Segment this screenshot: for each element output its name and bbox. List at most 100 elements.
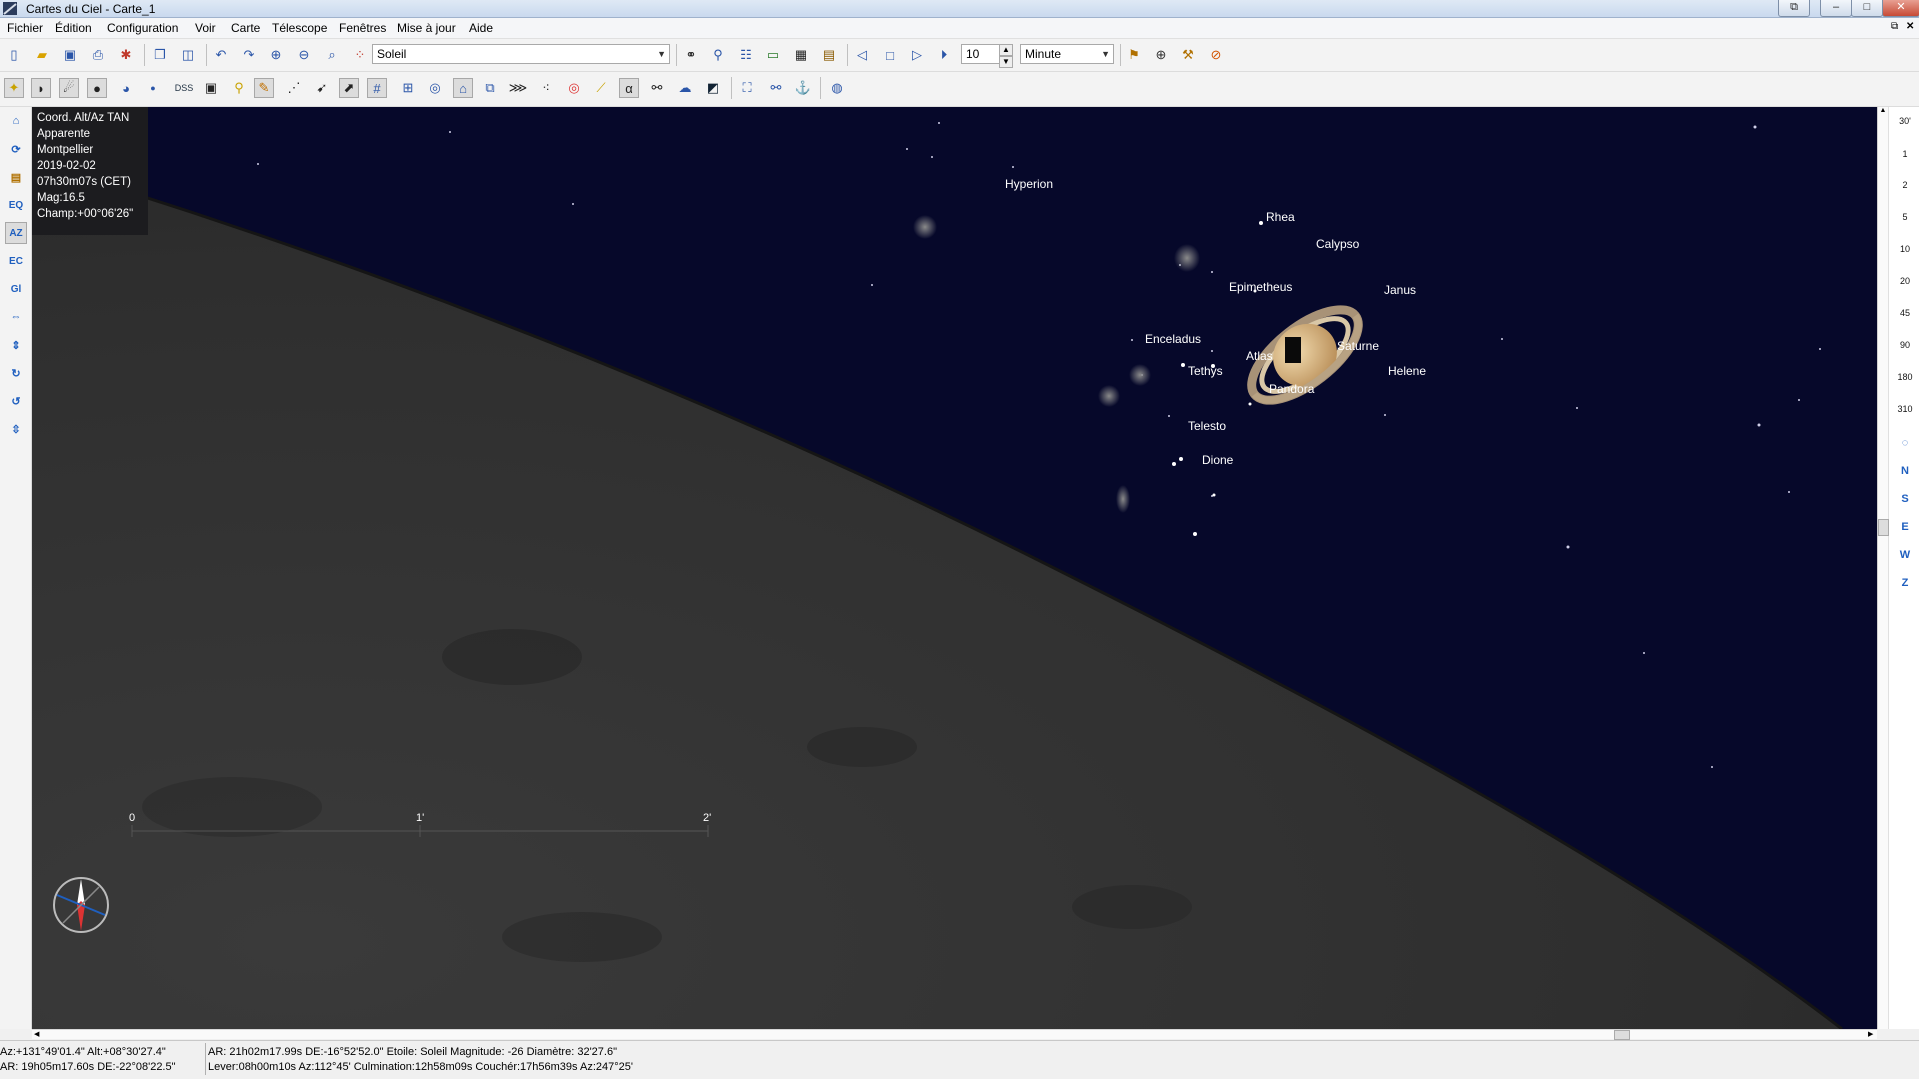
fov-45[interactable]: 45 bbox=[1890, 308, 1919, 318]
binoculars-icon[interactable]: ⚭ bbox=[681, 45, 701, 65]
time-step-spinner[interactable]: ▲ ▼ bbox=[999, 44, 1013, 68]
tools-icon[interactable]: ⚒ bbox=[1178, 45, 1198, 65]
sky-label-janus[interactable]: Janus bbox=[1384, 283, 1416, 297]
sky-label-helene[interactable]: Helene bbox=[1388, 364, 1426, 378]
label-icon[interactable]: ✎ bbox=[254, 78, 274, 98]
view-north-button[interactable]: N bbox=[1890, 465, 1919, 477]
view-west-button[interactable]: W bbox=[1890, 549, 1919, 561]
sky-label-atlas[interactable]: Atlas bbox=[1246, 349, 1273, 363]
fov-icon[interactable]: ⌂ bbox=[453, 78, 473, 98]
view-south-button[interactable]: S bbox=[1890, 493, 1919, 505]
telescope-icon[interactable]: ⚑ bbox=[1124, 45, 1144, 65]
spin-up-icon[interactable]: ▲ bbox=[999, 44, 1013, 56]
scroll-thumb[interactable] bbox=[1614, 1030, 1630, 1040]
stop-icon[interactable]: □ bbox=[880, 45, 900, 65]
save-icon[interactable]: ▣ bbox=[60, 45, 80, 65]
maximize-button[interactable]: □ bbox=[1851, 0, 1883, 17]
split-view-icon[interactable]: ◫ bbox=[178, 45, 198, 65]
close-button[interactable]: ✕ bbox=[1882, 0, 1919, 17]
object-search-combo[interactable]: Soleil ▼ bbox=[372, 44, 670, 64]
sky-label-epimetheus[interactable]: Epimetheus bbox=[1229, 280, 1292, 294]
camera-icon[interactable]: ▣ bbox=[201, 78, 221, 98]
settings-gear-icon[interactable]: ✱ bbox=[116, 45, 136, 65]
asteroid-icon[interactable]: ● bbox=[87, 78, 107, 98]
night-mode-icon[interactable]: ◩ bbox=[703, 78, 723, 98]
fov-10[interactable]: 10 bbox=[1890, 244, 1919, 254]
sky-canvas[interactable] bbox=[32, 107, 1877, 1029]
anchor-icon[interactable]: ⚓ bbox=[793, 78, 813, 98]
lines-icon[interactable]: ⋙ bbox=[508, 78, 528, 98]
menu-voir[interactable]: Voir bbox=[195, 21, 216, 35]
sky-label-rhea[interactable]: Rhea bbox=[1266, 210, 1295, 224]
alpha-button[interactable]: α bbox=[619, 78, 639, 98]
bulb-icon[interactable]: ⚲ bbox=[229, 78, 249, 98]
ec-button[interactable]: EC bbox=[5, 250, 27, 272]
sky-label-telesto[interactable]: Telesto bbox=[1188, 419, 1226, 433]
zoom-fit-icon[interactable]: ⌕ bbox=[322, 45, 342, 65]
time-step-input[interactable]: 10 bbox=[961, 44, 1001, 64]
disconnect-icon[interactable]: ⊘ bbox=[1206, 45, 1226, 65]
step-back-icon[interactable]: ◁ bbox=[852, 45, 872, 65]
eq-button[interactable]: EQ bbox=[5, 194, 27, 216]
view-all-icon[interactable]: ◌ bbox=[1890, 437, 1919, 449]
menu-mise-a-jour[interactable]: Mise à jour bbox=[397, 21, 456, 35]
fov-5[interactable]: 5 bbox=[1890, 212, 1919, 222]
menu-aide[interactable]: Aide bbox=[469, 21, 493, 35]
menu-telescope[interactable]: Télescope bbox=[272, 21, 327, 35]
boundaries-icon[interactable]: ⬈ bbox=[339, 78, 359, 98]
home-icon[interactable]: ⌂ bbox=[5, 110, 27, 132]
menu-carte[interactable]: Carte bbox=[231, 21, 260, 35]
fast-forward-icon[interactable]: ⏵ bbox=[934, 45, 954, 65]
new-chart-icon[interactable]: ▯ bbox=[4, 45, 24, 65]
redo-icon[interactable]: ↷ bbox=[239, 45, 259, 65]
ephemeris-icon[interactable]: ▤ bbox=[819, 45, 839, 65]
magnify-icon[interactable]: ⚯ bbox=[647, 78, 667, 98]
nebula-icon[interactable]: ◗ bbox=[31, 78, 51, 98]
view-east-button[interactable]: E bbox=[1890, 521, 1919, 533]
undo-icon[interactable]: ↶ bbox=[211, 45, 231, 65]
scroll-thumb[interactable] bbox=[1878, 519, 1889, 536]
zoom-out-icon[interactable]: ⊖ bbox=[294, 45, 314, 65]
sky-label-enceladus[interactable]: Enceladus bbox=[1145, 332, 1201, 346]
step-forward-icon[interactable]: ▷ bbox=[907, 45, 927, 65]
center-object-icon[interactable]: ⁘ bbox=[350, 45, 370, 65]
menu-fichier[interactable]: Fichier bbox=[7, 21, 43, 35]
comet-icon[interactable]: ☄ bbox=[59, 78, 79, 98]
fov-20[interactable]: 20 bbox=[1890, 276, 1919, 286]
horizontal-scrollbar[interactable]: ◀ ▶ bbox=[32, 1029, 1877, 1040]
rotate-cw-icon[interactable]: ↻ bbox=[5, 362, 27, 384]
milky-way-icon[interactable]: ⧉ bbox=[480, 78, 500, 98]
az-button[interactable]: AZ bbox=[5, 222, 27, 244]
restore-button[interactable]: ⧉ bbox=[1778, 0, 1810, 17]
sky-chart[interactable]: Hyperion Rhea Calypso Epimetheus Janus E… bbox=[32, 107, 1877, 1029]
zoom-in-icon[interactable]: ⊕ bbox=[266, 45, 286, 65]
vertical-scrollbar[interactable]: ▲ bbox=[1878, 107, 1889, 1029]
globe-icon[interactable]: ◍ bbox=[827, 78, 847, 98]
calendar-icon[interactable]: ▦ bbox=[791, 45, 811, 65]
dot-icon[interactable]: ● bbox=[143, 78, 163, 98]
time-unit-select[interactable]: Minute ▼ bbox=[1020, 44, 1114, 64]
fov-180[interactable]: 180 bbox=[1890, 372, 1919, 382]
find-object-icon[interactable]: ⚲ bbox=[708, 45, 728, 65]
copy-icon[interactable]: ❐ bbox=[150, 45, 170, 65]
scroll-up-icon[interactable]: ▲ bbox=[1878, 107, 1888, 114]
link-icon[interactable]: ⚯ bbox=[766, 78, 786, 98]
fov-310[interactable]: 310 bbox=[1890, 404, 1919, 414]
undock-icon[interactable]: ⧉ bbox=[1891, 21, 1898, 32]
grid-eq-icon[interactable]: ⊞ bbox=[398, 78, 418, 98]
pointer-icon[interactable]: ➹ bbox=[312, 78, 332, 98]
stars-icon[interactable]: ✦ bbox=[4, 78, 24, 98]
scroll-right-icon[interactable]: ▶ bbox=[1868, 1030, 1873, 1038]
view-zenith-button[interactable]: Z bbox=[1890, 577, 1919, 589]
target-red-icon[interactable]: ◎ bbox=[564, 78, 584, 98]
menu-configuration[interactable]: Configuration bbox=[107, 21, 178, 35]
gl-button[interactable]: Gl bbox=[5, 278, 27, 300]
fov-2[interactable]: 2 bbox=[1890, 180, 1919, 190]
scroll-left-icon[interactable]: ◀ bbox=[34, 1030, 39, 1038]
menu-edition[interactable]: Édition bbox=[55, 21, 92, 35]
open-folder-icon[interactable]: ▰ bbox=[32, 45, 52, 65]
grid-icon[interactable]: # bbox=[367, 78, 387, 98]
horizon-icon[interactable]: ▭ bbox=[763, 45, 783, 65]
minimize-button[interactable]: – bbox=[1820, 0, 1852, 17]
close-chart-icon[interactable]: ✕ bbox=[1906, 21, 1914, 32]
